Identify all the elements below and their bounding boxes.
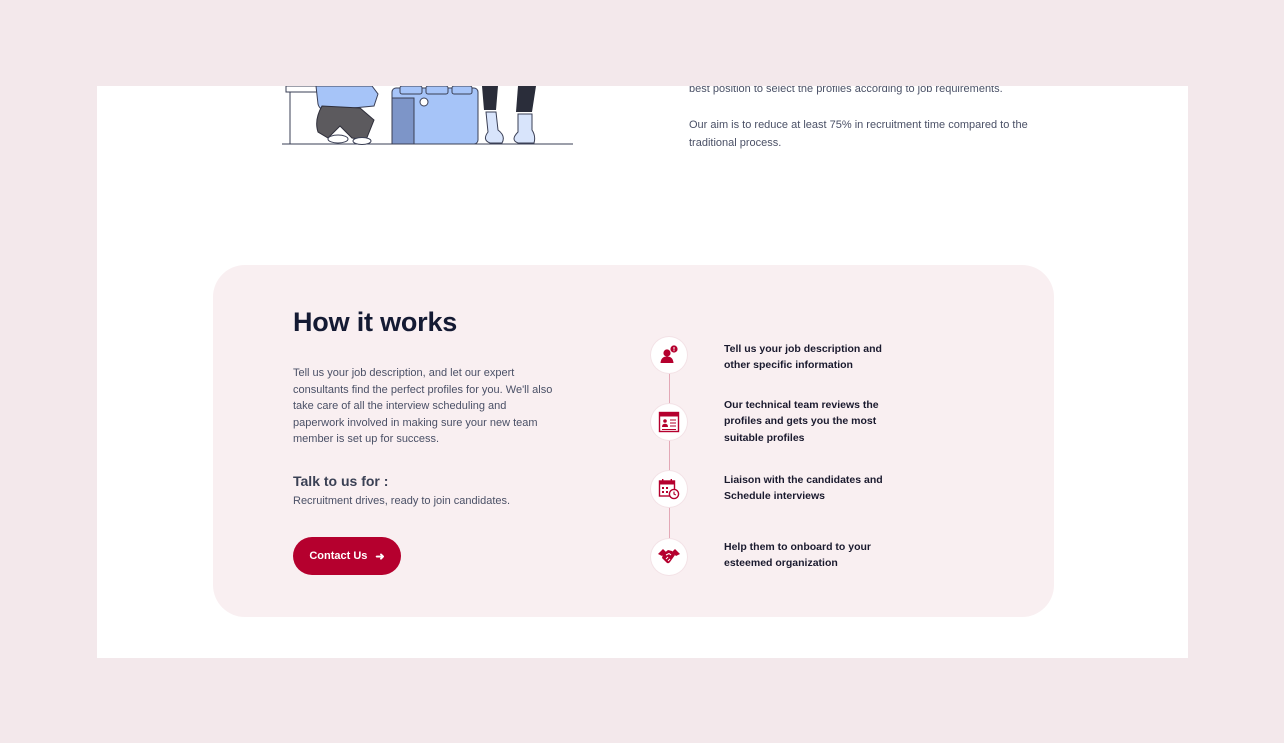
step-1-text: Tell us your job description and other s… [724,343,882,372]
talk-to-us-text: Recruitment drives, ready to join candid… [293,495,511,507]
page-content: best position to select the profiles acc… [97,86,1188,658]
contact-us-button[interactable]: Contact Us ➜ [293,537,401,575]
steps-connector-line [669,355,670,557]
contact-us-label: Contact Us [309,550,368,562]
calendar-clock-icon [651,471,687,507]
intro-paragraph-1: best position to select the profiles acc… [689,86,1003,95]
profile-document-icon [651,404,687,440]
intro-paragraph-2: Our aim is to reduce at least 75% in rec… [689,119,1028,149]
talk-to-us-title: Talk to us for : [293,473,389,489]
step-3-text: Liaison with the candidates and Schedule… [724,474,883,503]
step-2-text: Our technical team reviews the profiles … [724,399,879,444]
how-it-works-card: How it works Tell us your job descriptio… [213,265,1054,617]
recruitment-illustration [282,86,573,145]
how-it-works-title: How it works [293,307,458,337]
how-it-works-description: Tell us your job description, and let ou… [293,367,553,446]
handshake-icon [651,539,687,575]
arrow-right-icon: ➜ [375,550,385,563]
step-4-text: Help them to onboard to your esteemed or… [724,541,871,570]
person-alert-icon [651,337,687,373]
